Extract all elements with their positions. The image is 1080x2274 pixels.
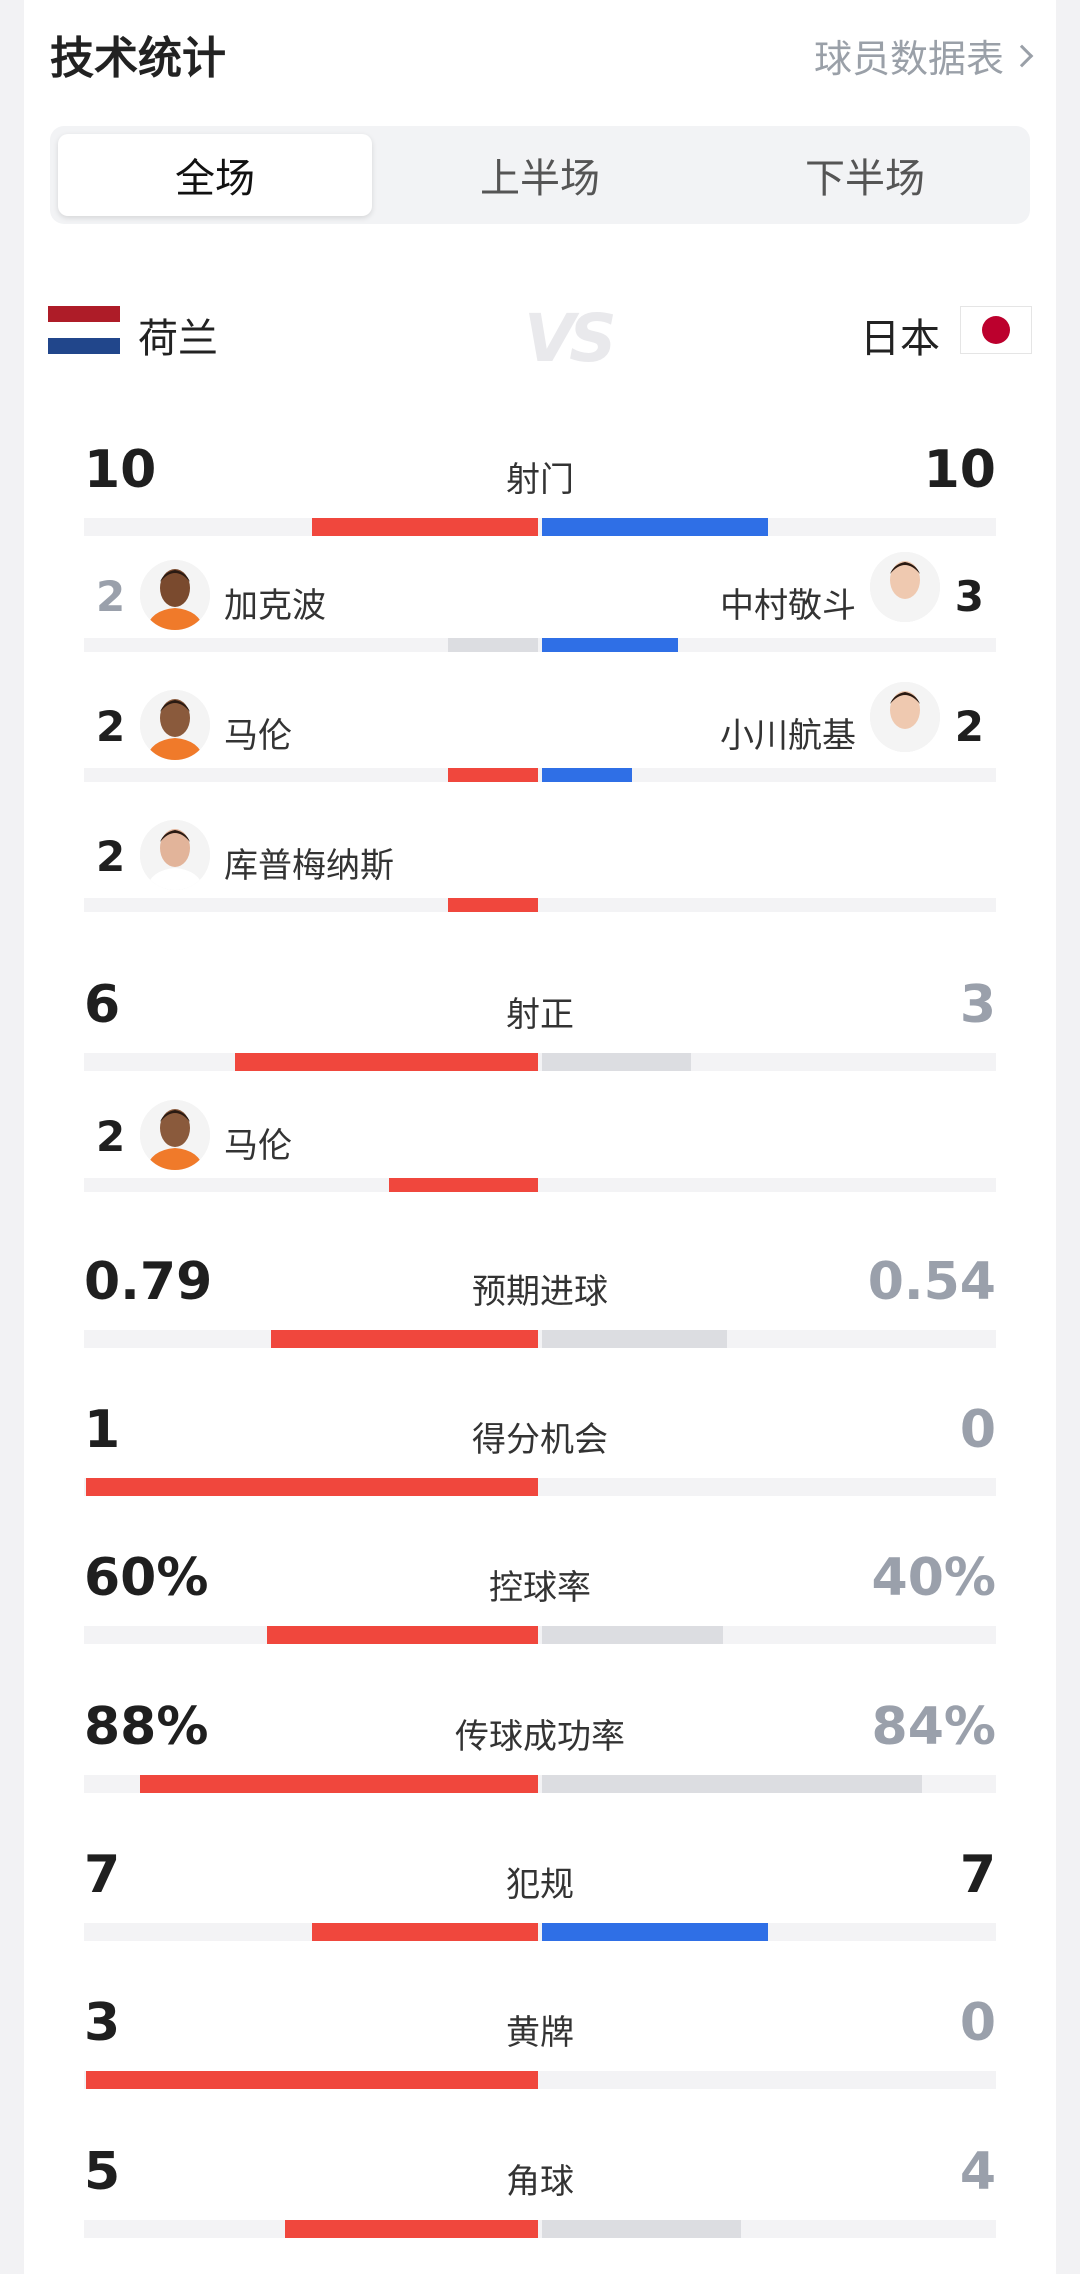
stat-bar-track xyxy=(84,1478,996,1496)
tab-first-half[interactable]: 上半场 xyxy=(383,134,697,216)
stat-label: 控球率 xyxy=(489,1568,591,1608)
home-player-bar xyxy=(448,638,538,652)
home-stat-bar xyxy=(267,1626,538,1644)
home-player-avatar xyxy=(140,820,210,890)
away-stat-bar xyxy=(542,2220,741,2238)
japan-flag-icon xyxy=(960,306,1032,354)
home-player-name: 加克波 xyxy=(224,586,326,626)
home-stat-bar xyxy=(86,1478,538,1496)
player-stats-link-label: 球员数据表 xyxy=(813,37,1004,81)
home-player-avatar xyxy=(140,560,210,630)
player-bar-track xyxy=(84,768,996,782)
home-stat-bar xyxy=(312,1923,538,1941)
player-stat-row: 2 加克波 中村敬斗 3 xyxy=(84,552,996,660)
stat-label: 角球 xyxy=(506,2162,574,2202)
home-player-value: 2 xyxy=(96,1112,126,1161)
tab-full-match[interactable]: 全场 xyxy=(58,134,372,216)
home-stat-bar xyxy=(312,518,538,536)
home-player-name: 马伦 xyxy=(224,716,292,756)
stat-row: 1 得分机会 0 xyxy=(84,1400,996,1510)
away-stat-value: 0.54 xyxy=(867,1252,996,1312)
away-player-value: 2 xyxy=(954,702,984,751)
header: 技术统计 球员数据表 xyxy=(50,22,1034,84)
player-stat-row: 2 库普梅纳斯 xyxy=(84,820,996,920)
away-stat-value: 0 xyxy=(959,1400,996,1460)
away-player-avatar xyxy=(870,682,940,752)
stat-bar-track xyxy=(84,1330,996,1348)
stat-bar-track xyxy=(84,518,996,536)
player-bar-track xyxy=(84,638,996,652)
away-player-avatar xyxy=(870,552,940,622)
stat-row: 6 射正 3 xyxy=(84,975,996,1085)
tab-second-half[interactable]: 下半场 xyxy=(708,134,1022,216)
teams-row: 荷兰 VS 日本 xyxy=(48,300,1032,377)
chevron-right-icon xyxy=(1010,44,1034,67)
home-stat-bar xyxy=(235,1053,538,1071)
away-team-name: 日本 xyxy=(860,316,940,362)
stat-label: 黄牌 xyxy=(506,2013,574,2053)
away-stat-bar xyxy=(542,1626,723,1644)
home-player-bar xyxy=(389,1178,538,1192)
stat-bar-track xyxy=(84,2220,996,2238)
stat-label: 传球成功率 xyxy=(455,1717,625,1757)
stat-bar-track xyxy=(84,1053,996,1071)
home-stat-bar xyxy=(140,1775,538,1793)
stat-label: 预期进球 xyxy=(472,1272,608,1312)
player-stat-row: 2 马伦 xyxy=(84,1100,996,1200)
home-player-avatar xyxy=(140,690,210,760)
page-title: 技术统计 xyxy=(50,33,226,84)
home-player-avatar xyxy=(140,1100,210,1170)
stat-row: 5 角球 4 xyxy=(84,2142,996,2252)
player-bar-track xyxy=(84,898,996,912)
player-bar-track xyxy=(84,1178,996,1192)
stat-row: 7 犯规 7 xyxy=(84,1845,996,1955)
stat-row: 0.79 预期进球 0.54 xyxy=(84,1252,996,1362)
home-team-name: 荷兰 xyxy=(138,316,218,362)
stat-bar-track xyxy=(84,1626,996,1644)
stat-bar-track xyxy=(84,1923,996,1941)
away-stat-value: 84% xyxy=(871,1697,996,1757)
stat-row: 10 射门 10 xyxy=(84,440,996,550)
stat-label: 得分机会 xyxy=(472,1420,608,1460)
stat-label: 射门 xyxy=(506,460,574,500)
away-stat-value: 4 xyxy=(959,2142,996,2202)
away-player-bar xyxy=(542,768,632,782)
stat-label: 犯规 xyxy=(506,1865,574,1905)
home-stat-bar xyxy=(271,1330,538,1348)
home-player-bar xyxy=(448,898,538,912)
home-player-value: 2 xyxy=(96,572,126,621)
away-player-bar xyxy=(542,638,678,652)
away-stat-value: 0 xyxy=(959,1993,996,2053)
period-tabs: 全场 上半场 下半场 xyxy=(50,126,1030,224)
stat-label: 射正 xyxy=(506,995,574,1035)
stat-row: 60% 控球率 40% xyxy=(84,1548,996,1658)
stat-row: 88% 传球成功率 84% xyxy=(84,1697,996,1807)
away-stat-value: 3 xyxy=(959,975,996,1035)
netherlands-flag-icon xyxy=(48,306,120,354)
away-stat-value: 40% xyxy=(871,1548,996,1608)
stat-bar-track xyxy=(84,2071,996,2089)
stat-row: 3 黄牌 0 xyxy=(84,1993,996,2103)
player-stats-link[interactable]: 球员数据表 xyxy=(813,28,1034,83)
home-player-bar xyxy=(448,768,538,782)
away-player-name: 小川航基 xyxy=(720,716,856,756)
home-player-name: 库普梅纳斯 xyxy=(224,846,394,886)
stat-bar-track xyxy=(84,1775,996,1793)
away-stat-bar xyxy=(542,1330,727,1348)
home-player-value: 2 xyxy=(96,702,126,751)
away-stat-value: 10 xyxy=(923,440,996,500)
away-player-name: 中村敬斗 xyxy=(720,586,856,626)
home-stat-bar xyxy=(285,2220,538,2238)
away-stat-bar xyxy=(542,1053,691,1071)
away-stat-value: 7 xyxy=(959,1845,996,1905)
away-stat-bar xyxy=(542,518,768,536)
vs-icon: VS xyxy=(524,300,617,377)
home-player-name: 马伦 xyxy=(224,1126,292,1166)
away-player-value: 3 xyxy=(954,572,984,621)
home-player-value: 2 xyxy=(96,832,126,881)
player-stat-row: 2 马伦 小川航基 2 xyxy=(84,682,996,790)
home-stat-bar xyxy=(86,2071,538,2089)
away-stat-bar xyxy=(542,1923,768,1941)
away-stat-bar xyxy=(542,1775,922,1793)
